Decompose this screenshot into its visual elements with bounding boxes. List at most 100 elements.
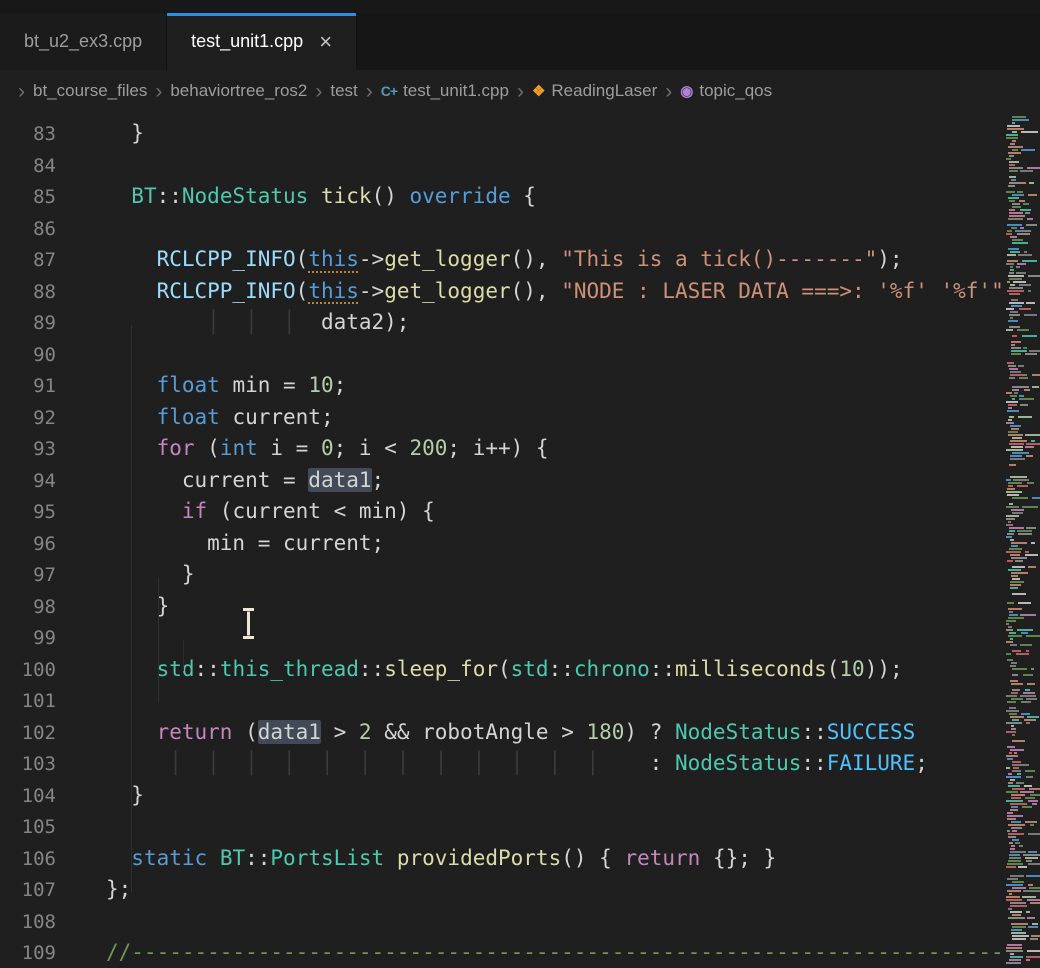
code-line[interactable]: 95 if (current < min) { xyxy=(0,496,1005,528)
breadcrumb-item-behaviortree-ros2[interactable]: behaviortree_ros2 xyxy=(170,81,307,101)
code-token: RCLCPP_INFO xyxy=(157,279,296,303)
code-token: (), xyxy=(511,279,562,303)
code-line[interactable]: 88 RCLCPP_INFO(this->get_logger(), "NODE… xyxy=(0,276,1005,308)
code-line[interactable]: 106 static BT::PortsList providedPorts()… xyxy=(0,843,1005,875)
code-line[interactable]: 99 xyxy=(0,622,1005,654)
breadcrumb-label: ReadingLaser xyxy=(551,81,657,101)
code-line[interactable]: 102 return (data1 > 2 && robotAngle > 18… xyxy=(0,717,1005,749)
code-line[interactable]: 100 std::this_thread::sleep_for(std::chr… xyxy=(0,654,1005,686)
minimap-line xyxy=(1022,335,1037,337)
chevron-right-icon: › xyxy=(315,81,322,102)
minimap-line xyxy=(1011,509,1024,511)
line-number: 103 xyxy=(0,749,56,781)
tab-test-unit1-cpp[interactable]: test_unit1.cpp × xyxy=(167,13,357,70)
minimap-line xyxy=(1008,569,1021,571)
minimap-line xyxy=(1011,929,1022,931)
minimap-line xyxy=(1009,530,1015,532)
code-line[interactable]: 87 RCLCPP_INFO(this->get_logger(), "This… xyxy=(0,244,1005,276)
minimap[interactable] xyxy=(1006,114,1040,968)
code-area[interactable]: 83 }8485 BT::NodeStatus tick() override … xyxy=(0,112,1005,968)
minimap-line xyxy=(1008,635,1022,637)
code-line[interactable]: 84 xyxy=(0,150,1005,182)
code-line[interactable]: 104 } xyxy=(0,780,1005,812)
close-icon[interactable]: × xyxy=(319,31,332,53)
breadcrumb-item-topic-qos[interactable]: ◉topic_qos xyxy=(680,81,772,101)
minimap-line xyxy=(1010,425,1021,427)
code-line[interactable]: 83 } xyxy=(0,118,1005,150)
code-line-text: std::this_thread::sleep_for(std::chrono:… xyxy=(106,657,903,681)
minimap-line xyxy=(1010,455,1022,457)
code-line[interactable]: 98 } xyxy=(0,591,1005,623)
code-token: () xyxy=(372,184,410,208)
minimap-line xyxy=(1010,458,1025,460)
code-line[interactable]: 97 } xyxy=(0,559,1005,591)
minimap-line xyxy=(1007,224,1022,226)
minimap-line xyxy=(1012,674,1018,676)
editor-pane[interactable]: 83 }8485 BT::NodeStatus tick() override … xyxy=(0,112,1040,968)
minimap-line xyxy=(1006,755,1018,757)
minimap-line xyxy=(1012,239,1023,241)
minimap-line xyxy=(1010,803,1027,805)
tab-bt-u2-ex3-cpp[interactable]: bt_u2_ex3.cpp xyxy=(0,13,167,70)
breadcrumb-item-bt-course-files[interactable]: bt_course_files xyxy=(33,81,147,101)
code-line[interactable]: 89 │ │ │ data2); xyxy=(0,307,1005,339)
minimap-line xyxy=(1023,890,1040,892)
minimap-line xyxy=(1010,953,1014,955)
minimap-line xyxy=(1020,404,1028,406)
code-line[interactable]: 90 xyxy=(0,339,1005,371)
code-line[interactable]: 94 current = data1; xyxy=(0,465,1005,497)
code-line[interactable]: 105 xyxy=(0,811,1005,843)
minimap-line xyxy=(1011,725,1014,727)
minimap-line xyxy=(1009,176,1016,178)
code-line[interactable]: 103 │ │ │ │ │ │ │ │ │ │ │ │ : NodeStatus… xyxy=(0,748,1005,780)
breadcrumb-item-readinglaser[interactable]: ❖ReadingLaser xyxy=(532,81,657,101)
code-token: : xyxy=(624,751,675,775)
minimap-line xyxy=(1012,938,1026,940)
minimap-line xyxy=(1010,848,1015,850)
code-line[interactable]: 96 min = current; xyxy=(0,528,1005,560)
minimap-line xyxy=(1011,728,1016,730)
minimap-line xyxy=(1010,584,1021,586)
minimap-line xyxy=(1027,482,1034,484)
minimap-line xyxy=(1011,845,1015,847)
code-token: return xyxy=(624,846,700,870)
minimap-line xyxy=(1009,287,1023,289)
minimap-line xyxy=(1009,368,1018,370)
minimap-line xyxy=(1025,446,1034,448)
line-number: 94 xyxy=(0,466,56,498)
minimap-line xyxy=(1020,644,1032,646)
minimap-line xyxy=(1010,311,1018,313)
code-line[interactable]: 91 float min = 10; xyxy=(0,370,1005,402)
minimap-line xyxy=(1025,857,1038,859)
code-line-text: │ │ │ │ │ │ │ │ │ │ │ │ : NodeStatus::FA… xyxy=(106,751,928,775)
code-line[interactable]: 109//-----------------------------------… xyxy=(0,937,1005,968)
minimap-line xyxy=(1008,482,1022,484)
breadcrumb-item-test[interactable]: test xyxy=(330,81,357,101)
code-line[interactable]: 101 xyxy=(0,685,1005,717)
code-line[interactable]: 86 xyxy=(0,213,1005,245)
minimap-line xyxy=(1008,419,1012,421)
minimap-line xyxy=(1009,200,1015,202)
minimap-line xyxy=(1012,593,1026,595)
minimap-line xyxy=(1013,767,1019,769)
minimap-line xyxy=(1008,320,1018,322)
word-highlight: data1 xyxy=(308,468,371,492)
minimap-line xyxy=(1009,314,1020,316)
minimap-line xyxy=(1027,218,1033,220)
code-token: int xyxy=(220,436,258,460)
minimap-line xyxy=(1011,542,1027,544)
minimap-line xyxy=(1006,329,1013,331)
code-line[interactable]: 108 xyxy=(0,906,1005,938)
code-token: get_logger xyxy=(384,247,510,271)
code-line[interactable]: 93 for (int i = 0; i < 200; i++) { xyxy=(0,433,1005,465)
breadcrumb-item-test-unit1-cpp[interactable]: C+test_unit1.cpp xyxy=(381,81,509,101)
code-line[interactable]: 92 float current; xyxy=(0,402,1005,434)
code-token: │ │ │ xyxy=(207,310,321,334)
code-line[interactable]: 85 BT::NodeStatus tick() override { xyxy=(0,181,1005,213)
code-line[interactable]: 107}; xyxy=(0,874,1005,906)
minimap-line xyxy=(1009,170,1018,172)
minimap-line xyxy=(1032,803,1037,805)
code-token xyxy=(207,846,220,870)
minimap-line xyxy=(1011,692,1018,694)
minimap-line xyxy=(1022,506,1038,508)
